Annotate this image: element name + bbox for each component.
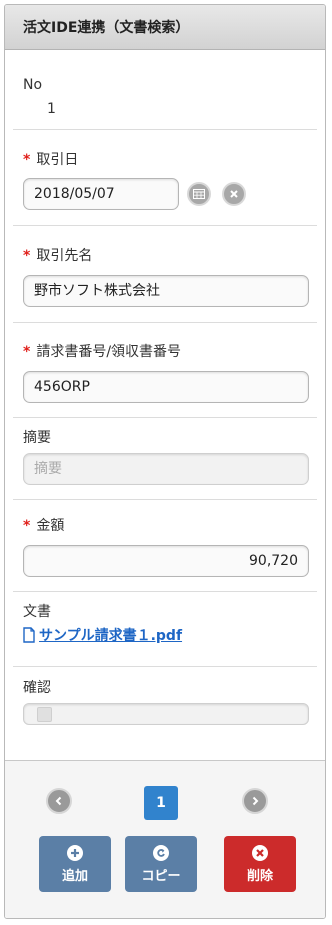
page-number-current[interactable]: 1 (144, 786, 178, 820)
page-title: 活文IDE連携（文書検索） (5, 5, 325, 50)
form-panel: 活文IDE連携（文書検索） No 1 * 取引日 2018/05/07 * 取引先名… (4, 4, 326, 919)
delete-button[interactable]: 削除 (224, 836, 296, 892)
partner-input[interactable]: 野市ソフト株式会社 (23, 275, 309, 307)
summary-input[interactable]: 摘要 (23, 453, 309, 485)
divider (13, 499, 317, 500)
document-label: 文書 (23, 604, 51, 620)
date-input[interactable]: 2018/05/07 (23, 178, 179, 210)
calendar-icon[interactable] (187, 182, 211, 206)
delete-button-label: 削除 (246, 868, 273, 884)
divider (13, 129, 317, 130)
confirm-label: 確認 (23, 680, 51, 696)
copy-button-label: コピー (141, 868, 181, 884)
required-marker: * (23, 248, 31, 264)
confirm-field[interactable] (23, 703, 309, 725)
confirm-checkbox[interactable] (37, 707, 52, 722)
copy-button[interactable]: コピー (125, 836, 197, 892)
refresh-icon (153, 844, 169, 861)
required-marker: * (23, 518, 31, 534)
file-icon (23, 627, 35, 643)
document-link-text: サンプル請求書１.pdf (39, 628, 183, 644)
no-label: No (23, 77, 43, 93)
partner-label: * 取引先名 (23, 248, 93, 264)
amount-input[interactable]: 90,720 (23, 545, 309, 577)
date-label: * 取引日 (23, 152, 79, 168)
divider (13, 417, 317, 418)
summary-label: 摘要 (23, 430, 51, 446)
amount-label: * 金額 (23, 518, 65, 534)
divider (13, 322, 317, 323)
invoice-label: * 請求書番号/領収書番号 (23, 344, 182, 360)
no-value: 1 (47, 101, 56, 117)
divider (13, 591, 317, 592)
document-link[interactable]: サンプル請求書１.pdf (23, 625, 182, 645)
close-icon (252, 844, 268, 861)
divider (13, 225, 317, 226)
chevron-right-icon (252, 796, 259, 806)
plus-icon (67, 844, 83, 861)
prev-page-button[interactable] (46, 788, 72, 814)
divider (13, 666, 317, 667)
next-page-button[interactable] (242, 788, 268, 814)
footer-bar: 1 追加 コピー 削除 (5, 760, 325, 918)
add-button[interactable]: 追加 (39, 836, 111, 892)
clear-icon[interactable] (222, 182, 246, 206)
required-marker: * (23, 344, 31, 360)
add-button-label: 追加 (61, 868, 88, 884)
required-marker: * (23, 152, 31, 168)
invoice-input[interactable]: 456ORP (23, 371, 309, 403)
chevron-left-icon (55, 796, 62, 806)
